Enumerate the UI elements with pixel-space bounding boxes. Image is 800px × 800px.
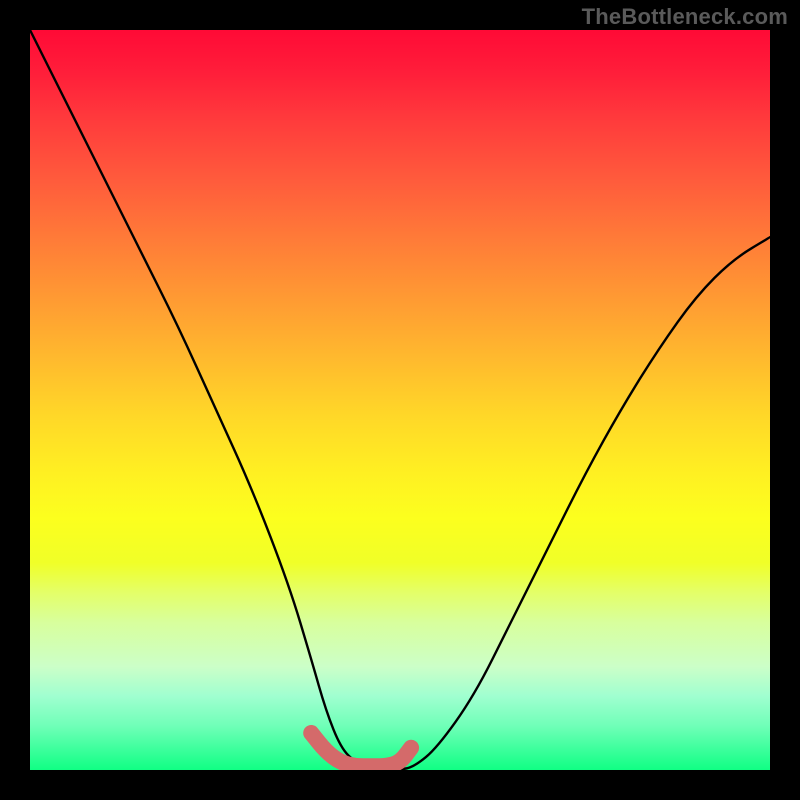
watermark-text: TheBottleneck.com xyxy=(582,4,788,30)
curve-black xyxy=(30,30,770,770)
curve-red-flat xyxy=(311,733,411,766)
chart-frame: TheBottleneck.com xyxy=(0,0,800,800)
curve-layer xyxy=(30,30,770,770)
plot-area xyxy=(30,30,770,770)
chart-svg xyxy=(30,30,770,770)
